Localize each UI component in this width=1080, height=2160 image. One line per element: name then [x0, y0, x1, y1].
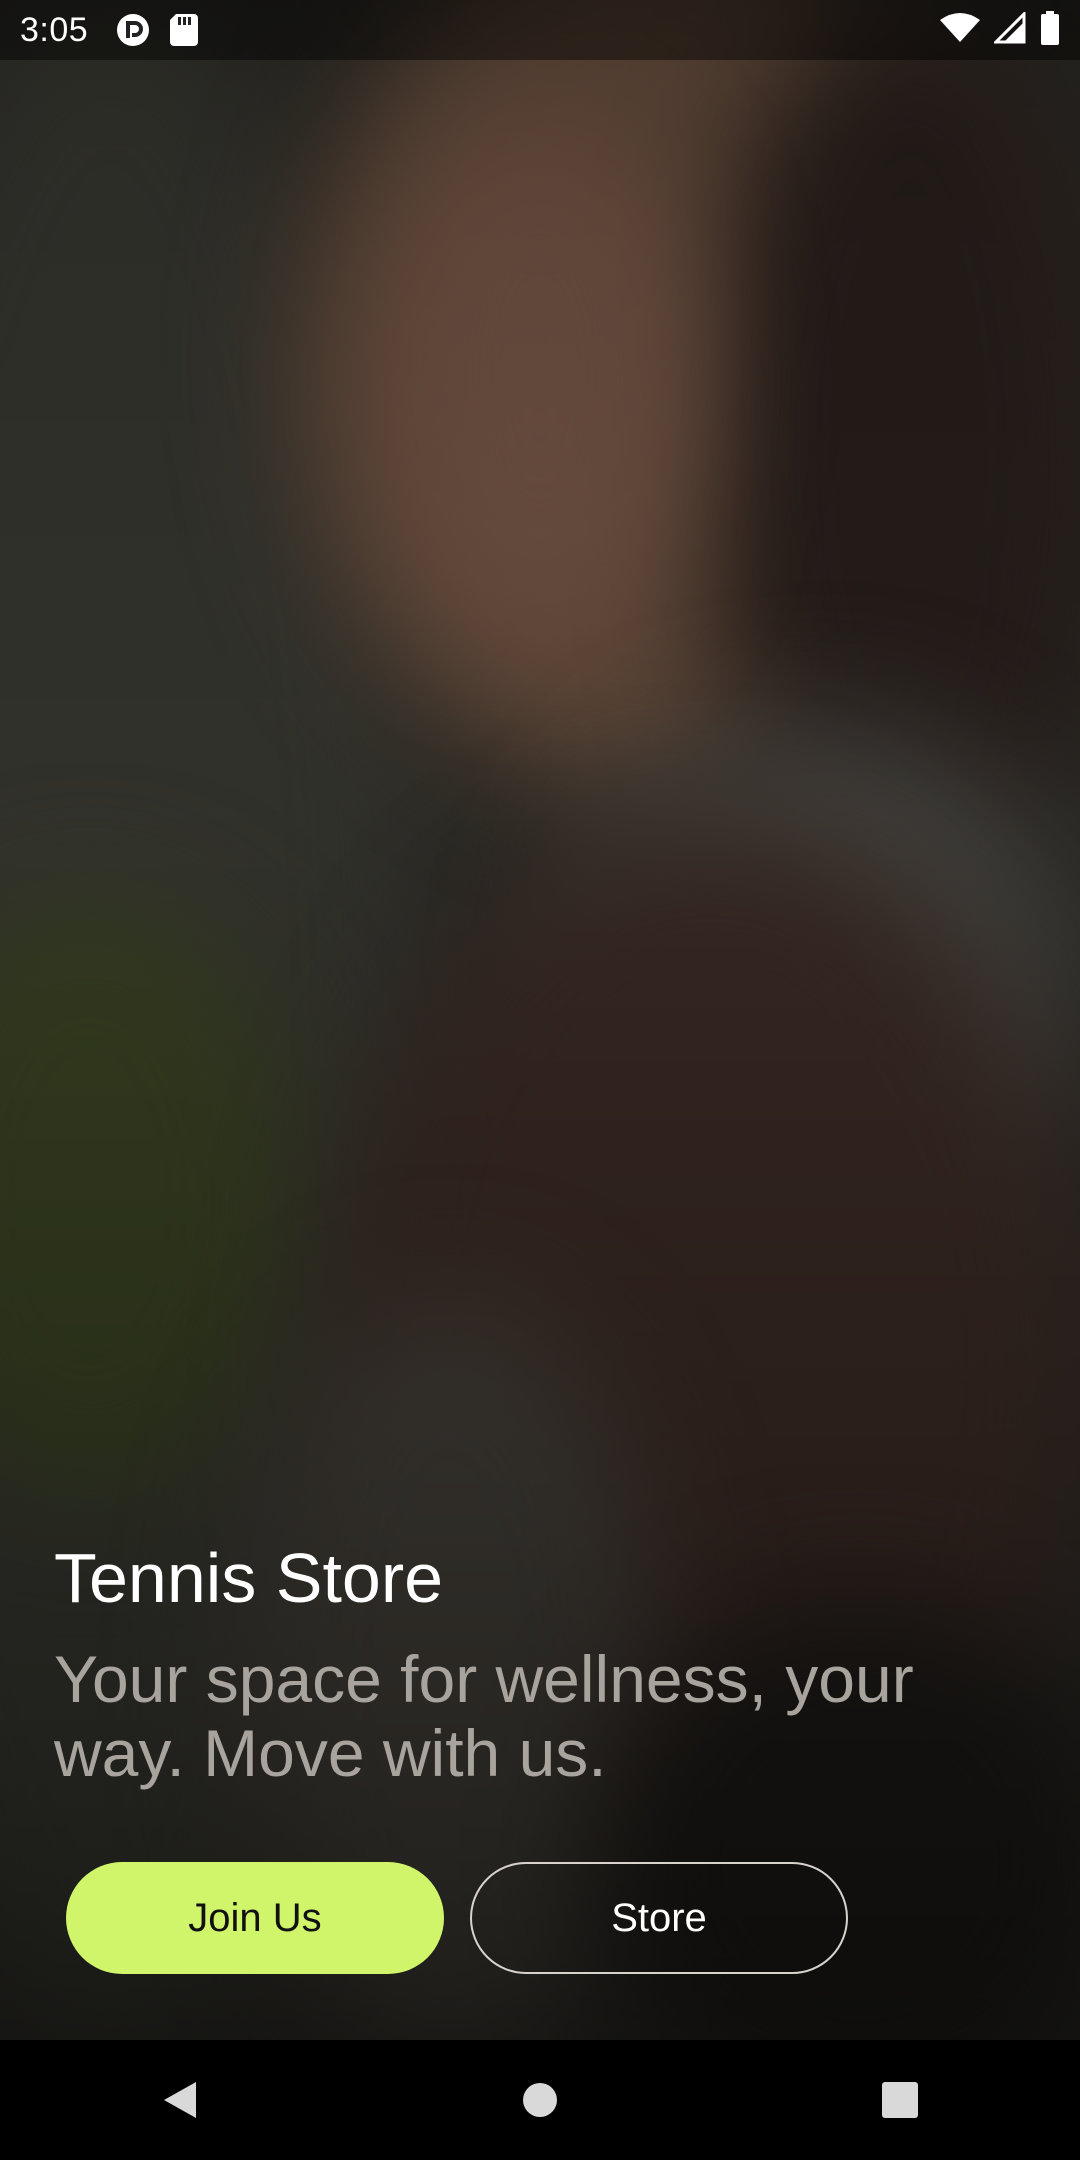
status-bar: 3:05 [0, 0, 1080, 60]
back-button[interactable] [120, 2040, 240, 2160]
recents-button[interactable] [840, 2040, 960, 2160]
signal-icon [992, 9, 1026, 49]
wifi-icon [940, 12, 980, 49]
home-icon [523, 2083, 557, 2117]
app-screen: 3:05 Tennis Store Your space for wellnes… [0, 0, 1080, 2160]
recents-icon [882, 2082, 918, 2118]
pocket-casts-icon [116, 13, 150, 47]
join-us-button[interactable]: Join Us [66, 1862, 444, 1974]
hero-text: Tennis Store Your space for wellness, yo… [54, 1540, 1034, 1791]
sd-card-icon [170, 14, 199, 46]
app-title: Tennis Store [54, 1539, 444, 1617]
action-buttons: Join Us Store [66, 1862, 848, 1974]
battery-icon [1040, 10, 1060, 50]
back-icon [164, 2082, 196, 2118]
store-button[interactable]: Store [470, 1862, 848, 1974]
status-time: 3:05 [20, 10, 89, 49]
navigation-bar [0, 2040, 1080, 2160]
app-tagline: Your space for wellness, your way. Move … [54, 1642, 914, 1790]
home-button[interactable] [480, 2040, 600, 2160]
